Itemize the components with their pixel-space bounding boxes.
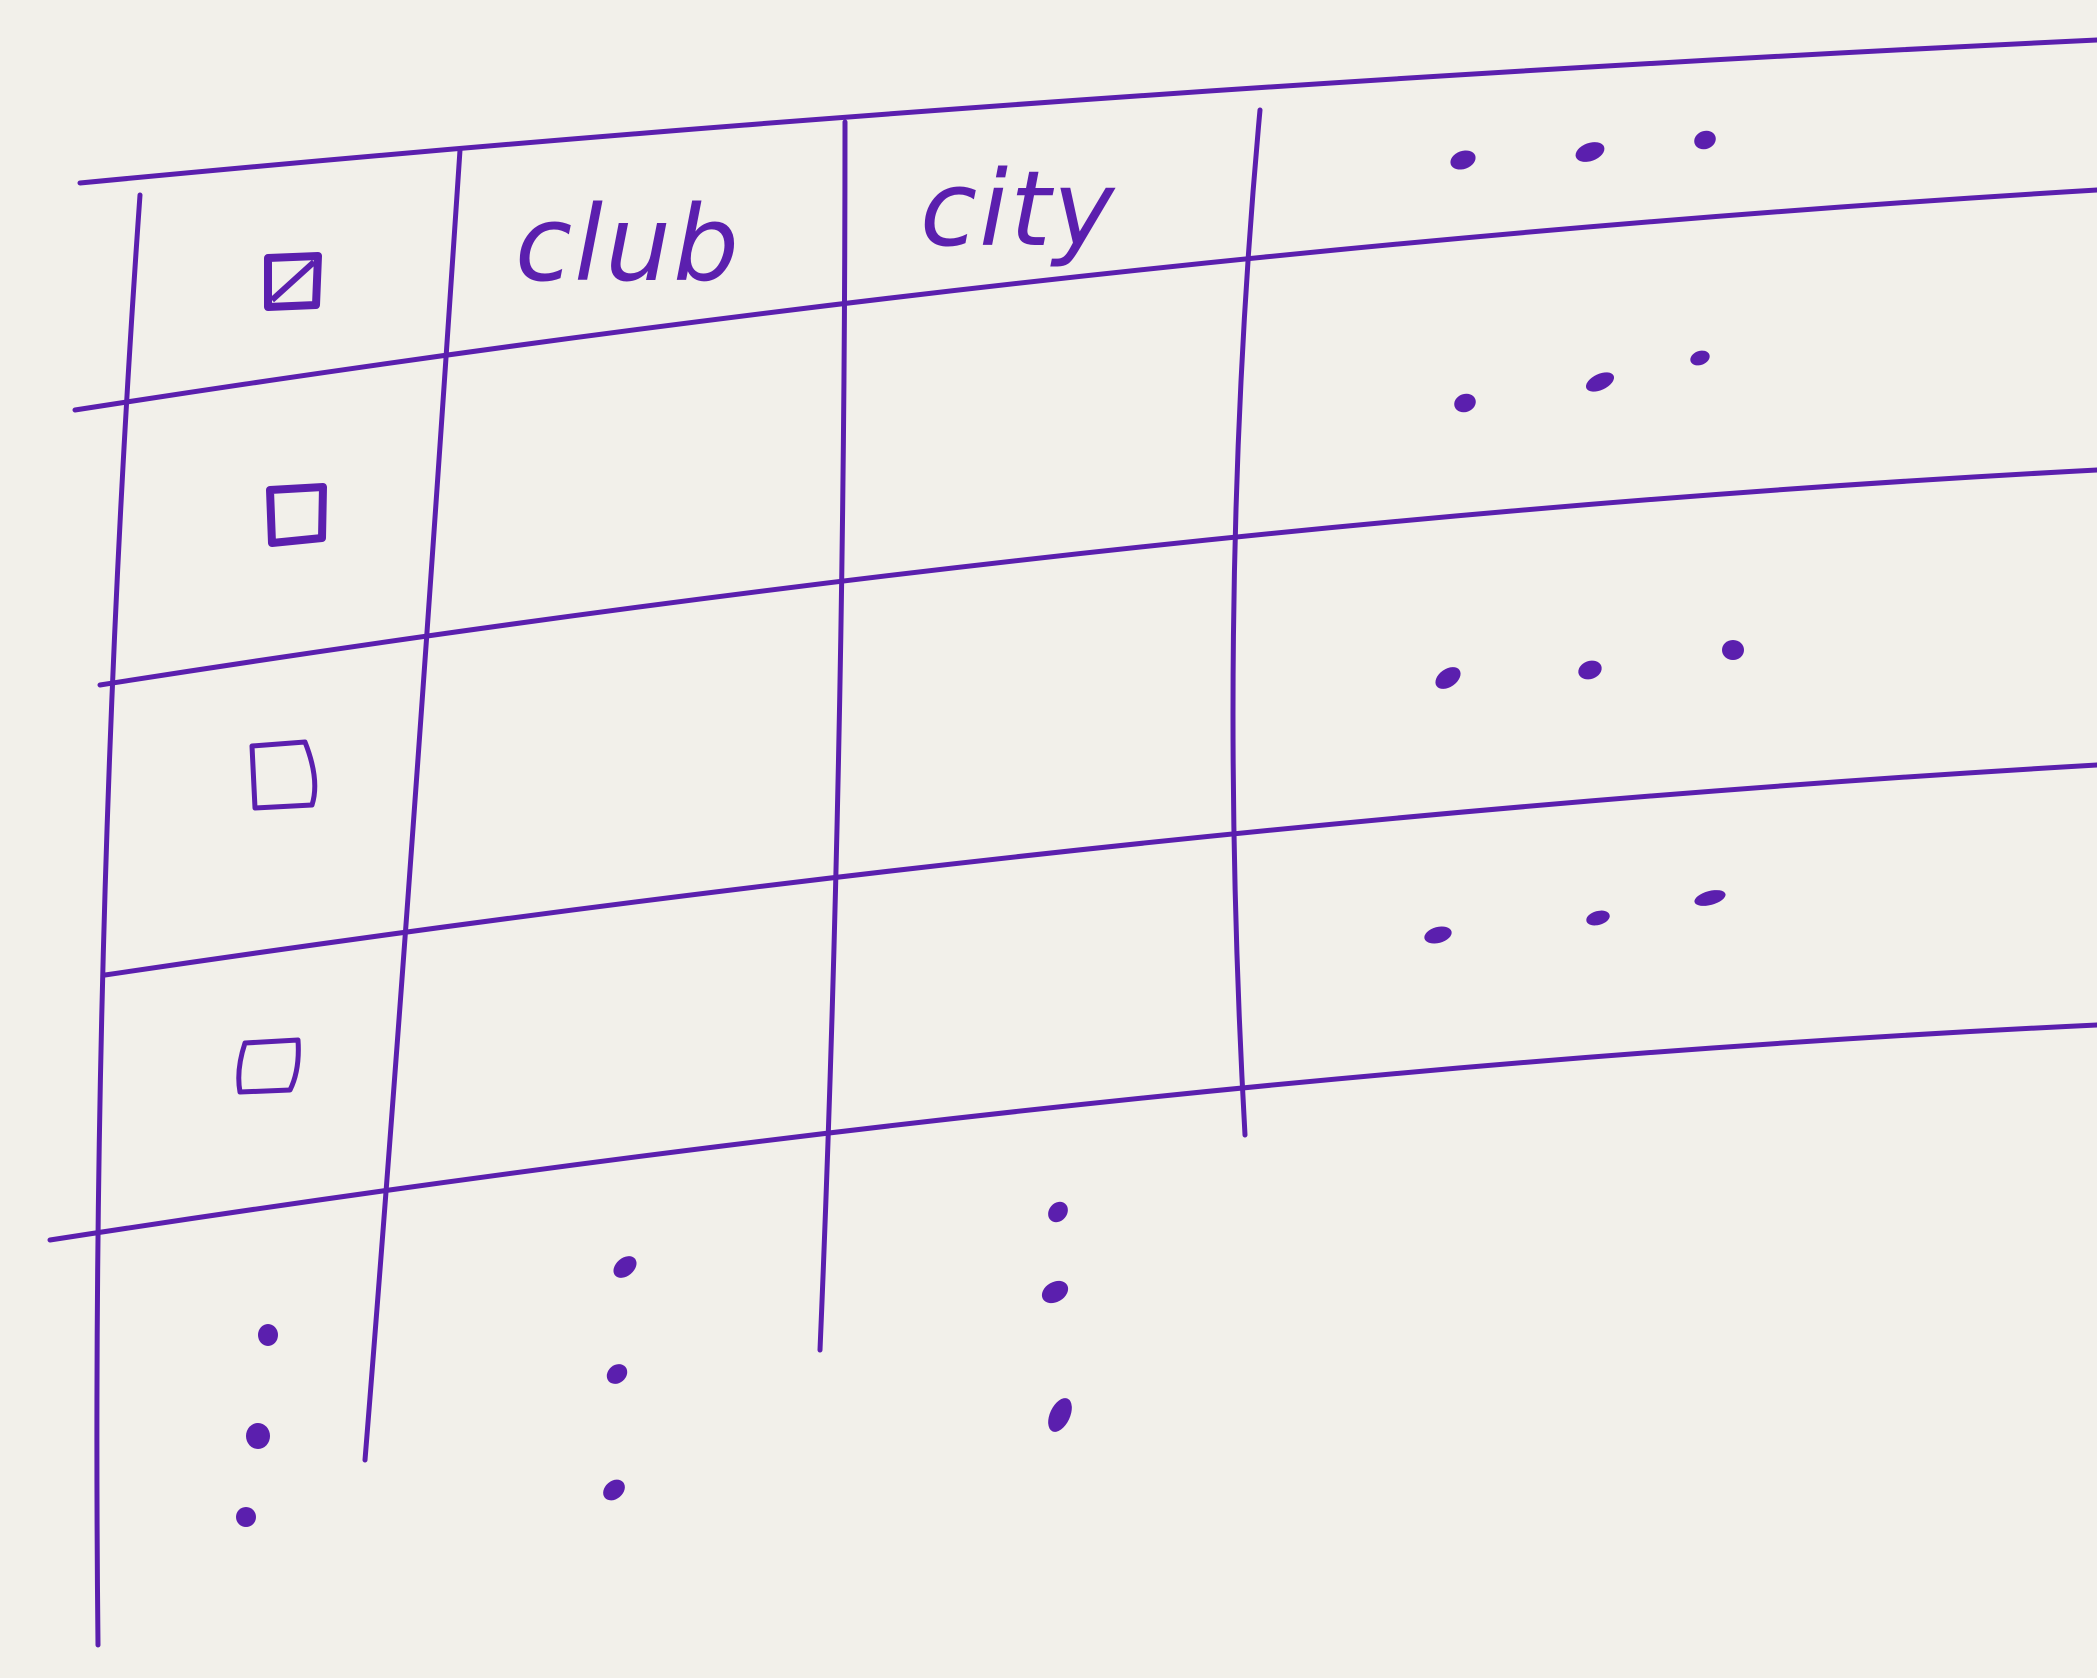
checkbox-empty-icon: [266, 483, 327, 547]
table-row: [249, 640, 1744, 811]
row-2-checkbox[interactable]: [249, 739, 318, 811]
more-horizontal-icon: [1450, 130, 1716, 170]
more-horizontal-icon: [1435, 640, 1744, 689]
more-vertical-icon: [603, 1256, 637, 1501]
header-select-all-checkbox[interactable]: [264, 252, 322, 311]
paper-sketch: club city: [47, 37, 2097, 1648]
more-vertical-icon: [1041, 1201, 1072, 1432]
grid-line-row-2: [97, 467, 2097, 688]
checkbox-checked-icon: [264, 252, 322, 311]
row-2-more-button[interactable]: [1431, 640, 1744, 693]
table-row: [236, 887, 1727, 1095]
column-header-city[interactable]: city: [920, 148, 1116, 270]
more-vertical-icon: [236, 1324, 278, 1527]
row-1-more-button[interactable]: [1452, 348, 1712, 415]
grid-line-col-1: [362, 147, 463, 1463]
grid-line-row-4: [47, 1022, 2097, 1243]
row-3-checkbox[interactable]: [236, 1037, 301, 1095]
grid-line-col-0: [94, 192, 143, 1648]
table-grid: [47, 37, 2097, 1648]
row-3-more-button[interactable]: [1422, 887, 1727, 946]
checkbox-empty-icon: [236, 1037, 301, 1095]
grid-line-col-3: [1230, 107, 1263, 1138]
column-header-club[interactable]: club: [515, 183, 741, 305]
header-more-button[interactable]: [1448, 128, 1719, 173]
more-horizontal-icon: [1424, 890, 1726, 944]
table-continuation: [236, 1201, 1072, 1527]
more-horizontal-icon: [1454, 350, 1710, 413]
header-row: club city: [264, 128, 1719, 311]
checkbox-empty-icon: [249, 739, 318, 811]
row-1-checkbox[interactable]: [266, 483, 327, 547]
